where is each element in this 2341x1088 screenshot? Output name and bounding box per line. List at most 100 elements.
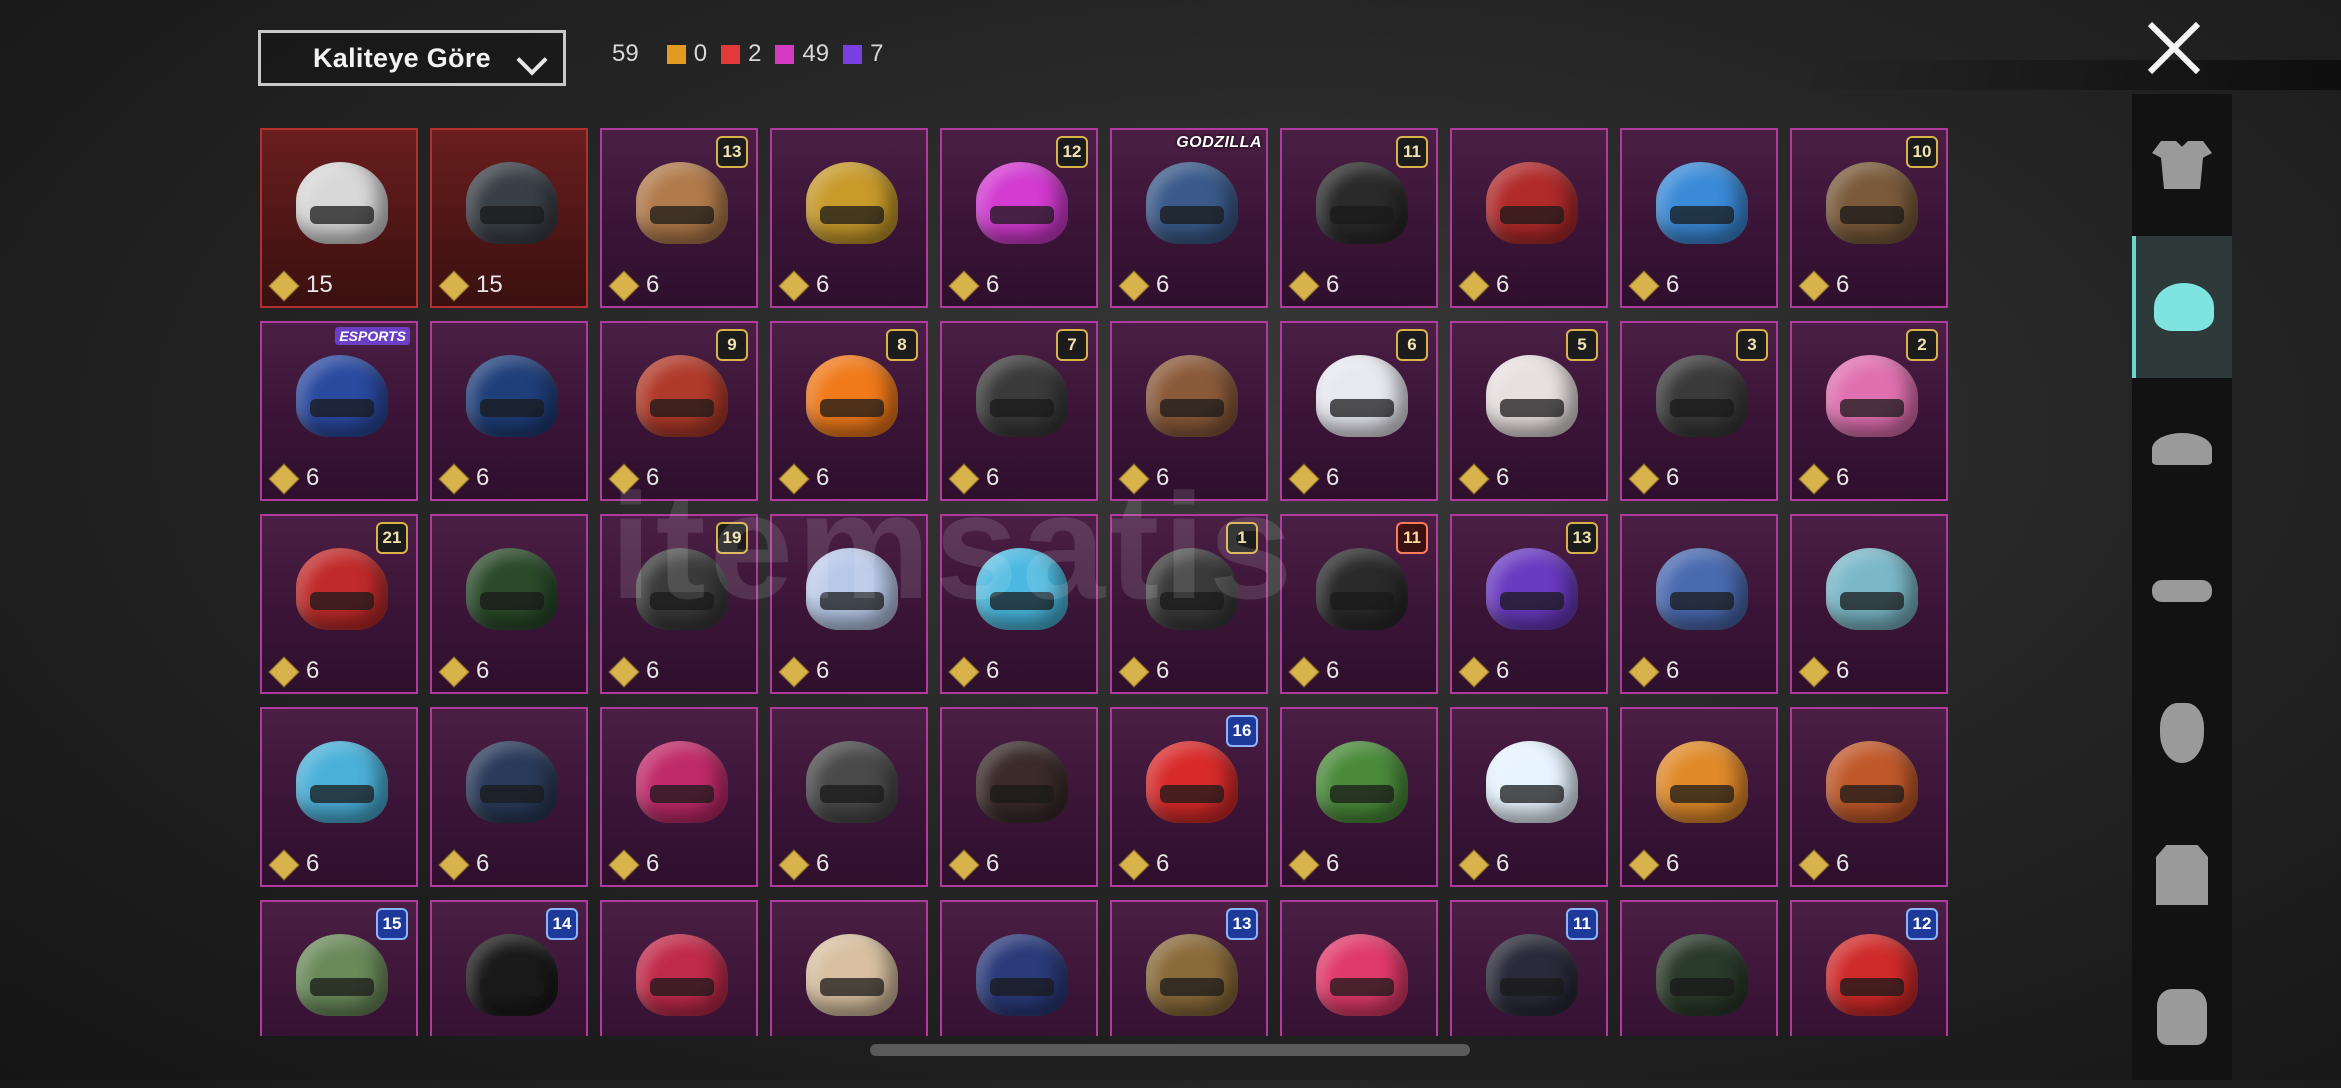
item-card[interactable]: 15 — [430, 128, 588, 308]
item-price: 6 — [1628, 656, 1679, 686]
item-price: 6 — [268, 463, 319, 493]
item-card[interactable]: 13 — [1110, 900, 1268, 1036]
item-card[interactable]: 6 — [600, 707, 758, 887]
item-price-value: 6 — [1156, 850, 1170, 877]
coupon-icon — [1288, 849, 1318, 879]
item-card[interactable]: 21 6 — [260, 514, 418, 694]
item-card[interactable]: 6 — [770, 707, 928, 887]
item-card[interactable]: 66 — [1280, 321, 1438, 501]
item-card[interactable]: 36 — [1620, 321, 1778, 501]
item-card[interactable]: 86 — [770, 321, 928, 501]
rarity-count-value: 49 — [802, 40, 830, 67]
item-card[interactable]: 14 — [430, 900, 588, 1036]
item-card[interactable]: ESPORTS 6 — [260, 321, 418, 501]
item-card[interactable]: 12 6 — [940, 128, 1098, 308]
item-card[interactable] — [940, 900, 1098, 1036]
item-card[interactable]: 6 — [940, 707, 1098, 887]
item-price-value: 6 — [816, 271, 830, 298]
item-card[interactable] — [1620, 900, 1778, 1036]
item-card[interactable]: 13 6 — [600, 128, 758, 308]
helmet-image — [806, 355, 898, 437]
item-price: 6 — [608, 270, 659, 300]
item-card[interactable]: 6 — [1450, 707, 1608, 887]
coupon-icon — [1458, 270, 1488, 300]
item-card[interactable]: 6 — [1620, 514, 1778, 694]
item-card[interactable]: 6 — [770, 514, 928, 694]
item-card[interactable]: GODZILLA 6 — [1110, 128, 1268, 308]
upgrade-level-badge: 13 — [716, 136, 748, 168]
item-card[interactable] — [1280, 900, 1438, 1036]
upgrade-level-badge: 21 — [376, 522, 408, 554]
helmet-image — [1826, 741, 1918, 823]
coupon-icon — [1458, 849, 1488, 879]
item-card[interactable]: 6 — [1620, 707, 1778, 887]
helmet-image — [296, 741, 388, 823]
item-price: 6 — [1288, 463, 1339, 493]
sidebar-tab-glasses[interactable] — [2132, 520, 2232, 662]
item-card[interactable]: 76 — [940, 321, 1098, 501]
coupon-icon — [1458, 656, 1488, 686]
sidebar-tab-backpack[interactable] — [2132, 946, 2232, 1088]
item-price: 6 — [1118, 463, 1169, 493]
item-card[interactable]: 6 — [430, 321, 588, 501]
item-card[interactable]: 6 — [1110, 321, 1268, 501]
cap-icon — [2152, 433, 2212, 465]
sidebar-tab-cap[interactable] — [2132, 378, 2232, 520]
item-card[interactable]: 16 6 — [1110, 707, 1268, 887]
item-price: 6 — [778, 656, 829, 686]
item-card[interactable]: 6 — [1790, 707, 1948, 887]
item-card[interactable]: 6 — [1790, 514, 1948, 694]
item-price-value: 6 — [646, 271, 660, 298]
item-card[interactable]: 15 — [260, 900, 418, 1036]
upgrade-level-badge: 19 — [716, 522, 748, 554]
item-card[interactable]: 6 — [940, 514, 1098, 694]
item-card[interactable]: 11 6 — [1280, 128, 1438, 308]
upgrade-level-badge: 15 — [376, 908, 408, 940]
item-card[interactable]: 96 — [600, 321, 758, 501]
item-price: 6 — [438, 463, 489, 493]
item-card[interactable]: 13 6 — [1450, 514, 1608, 694]
top-bar: Kaliteye Göre 59 0 2 49 7 — [0, 0, 2341, 120]
home-indicator[interactable] — [870, 1044, 1470, 1056]
item-card[interactable]: 6 — [770, 128, 928, 308]
coupon-icon — [778, 270, 808, 300]
item-price-value: 6 — [816, 657, 830, 684]
item-price-value: 6 — [1156, 271, 1170, 298]
sidebar-tab-helmet[interactable] — [2132, 236, 2232, 378]
item-price-value: 6 — [1326, 850, 1340, 877]
rarity-swatch — [721, 44, 741, 64]
item-card[interactable]: 6 — [430, 514, 588, 694]
upgrade-level-badge: 5 — [1566, 329, 1598, 361]
item-card[interactable]: 6 — [1280, 707, 1438, 887]
close-icon[interactable] — [2144, 18, 2204, 78]
sidebar-tab-outfit[interactable] — [2132, 94, 2232, 236]
item-card[interactable]: 15 — [260, 128, 418, 308]
sidebar-tab-mask[interactable] — [2132, 662, 2232, 804]
upgrade-level-badge: 10 — [1906, 136, 1938, 168]
item-card[interactable] — [600, 900, 758, 1036]
item-card[interactable]: 56 — [1450, 321, 1608, 501]
coupon-icon — [268, 270, 298, 300]
sidebar-tab-jacket[interactable] — [2132, 804, 2232, 946]
item-card[interactable]: 6 — [1450, 128, 1608, 308]
item-card[interactable]: 12 — [1790, 900, 1948, 1036]
helmet-image — [466, 741, 558, 823]
item-price-value: 6 — [1496, 271, 1510, 298]
item-price: 6 — [1118, 849, 1169, 879]
item-card[interactable] — [770, 900, 928, 1036]
item-card[interactable]: 11 — [1450, 900, 1608, 1036]
item-card[interactable]: 19 6 — [600, 514, 758, 694]
item-card[interactable]: 6 — [430, 707, 588, 887]
item-card[interactable]: 10 6 — [1790, 128, 1948, 308]
coupon-icon — [268, 849, 298, 879]
item-price-value: 6 — [1326, 657, 1340, 684]
item-card[interactable]: 6 — [1620, 128, 1778, 308]
item-card[interactable]: 16 — [1110, 514, 1268, 694]
sort-dropdown[interactable]: Kaliteye Göre — [258, 30, 566, 86]
item-price: 6 — [268, 849, 319, 879]
coupon-icon — [1118, 463, 1148, 493]
item-card[interactable]: 26 — [1790, 321, 1948, 501]
item-card[interactable]: 6 — [260, 707, 418, 887]
item-card[interactable]: 11 6 — [1280, 514, 1438, 694]
item-price: 6 — [948, 270, 999, 300]
